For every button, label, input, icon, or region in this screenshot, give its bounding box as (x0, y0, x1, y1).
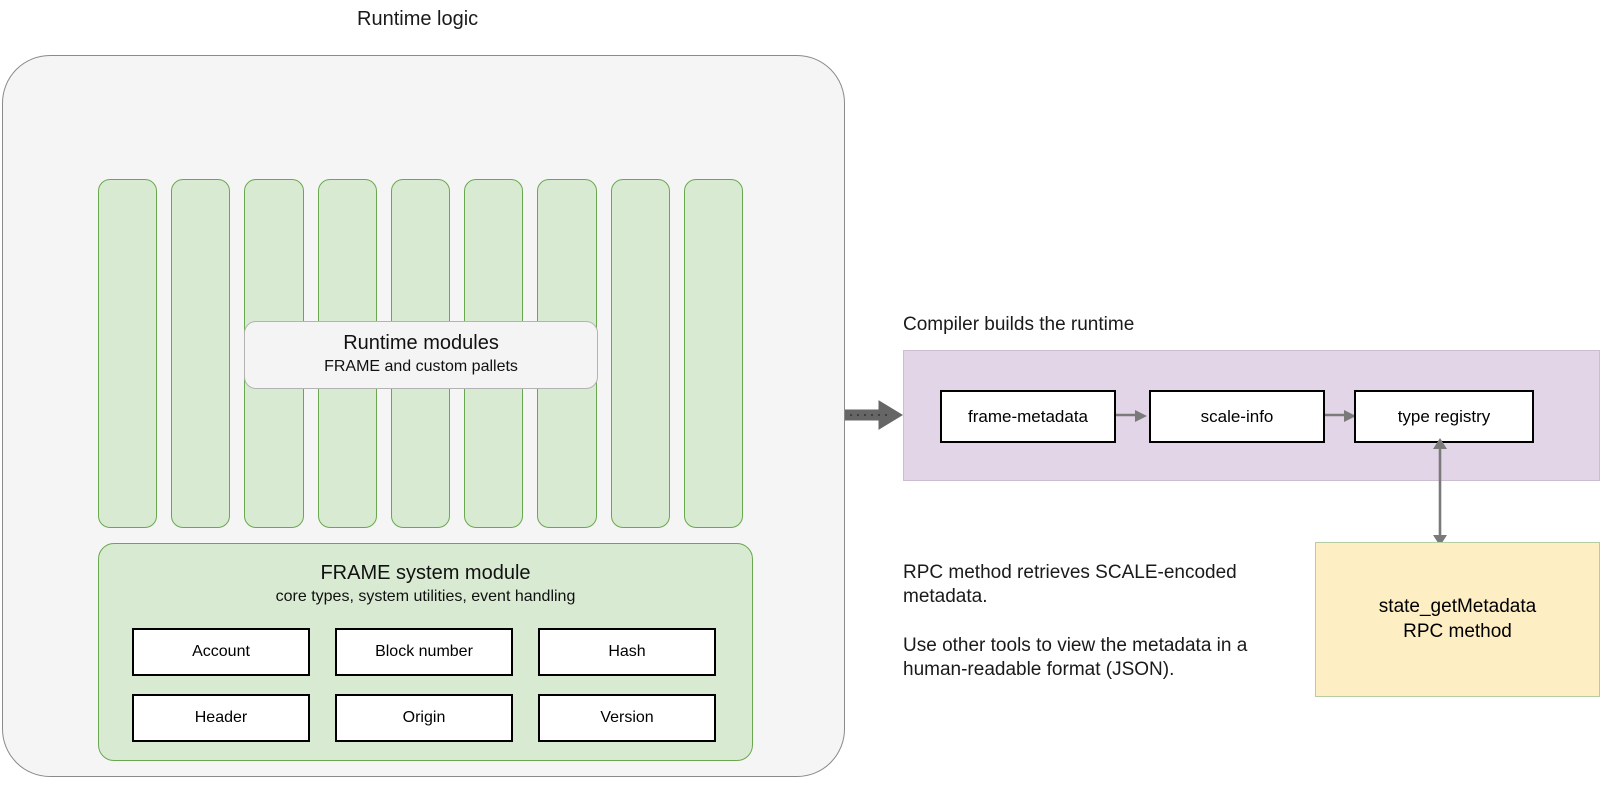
compiler-caption: Compiler builds the runtime (903, 314, 1135, 335)
pallet-bar (171, 179, 231, 528)
runtime-modules-card: Runtime modules FRAME and custom pallets (244, 321, 598, 389)
pallet-bar (610, 179, 670, 528)
state-get-metadata-rpc-box: state_getMetadata RPC method (1315, 542, 1600, 697)
runtime-modules-subtitle: FRAME and custom pallets (324, 358, 518, 376)
frame-system-item-hash: Hash (538, 628, 716, 676)
rpc-description-paragraph-2: Use other tools to view the metadata in … (903, 635, 1248, 680)
frame-system-module-title: FRAME system module (320, 562, 531, 584)
pipeline-node-scale-info: scale-info (1149, 390, 1325, 443)
frame-system-module-subtitle: core types, system utilities, event hand… (275, 588, 576, 605)
rpc-method-name: state_getMetadata (1378, 595, 1537, 617)
pipeline-arrow-1 (1116, 410, 1147, 422)
type-registry-to-rpc-arrow (1433, 438, 1447, 546)
frame-system-module: FRAME system module core types, system u… (98, 543, 753, 761)
runtime-logic-caption: Runtime logic (357, 8, 479, 30)
runtime-modules-title: Runtime modules (343, 332, 499, 355)
pallet-bar (683, 179, 743, 528)
frame-system-item-grid: Account Block number Hash Header Origin … (132, 628, 719, 742)
pipeline-node-frame-metadata: frame-metadata (940, 390, 1116, 443)
pipeline-node-type-registry: type registry (1354, 390, 1534, 443)
frame-system-item-version: Version (538, 694, 716, 742)
runtime-to-compiler-arrow (845, 400, 903, 430)
rpc-description-paragraph-1: RPC method retrieves SCALE-encoded metad… (903, 562, 1237, 607)
runtime-logic-container: Runtime modules FRAME and custom pallets… (2, 55, 845, 777)
pallet-bar (98, 179, 158, 528)
diagram-canvas: Runtime logic Runtime modules FRAME and … (0, 0, 1600, 786)
frame-system-item-account: Account (132, 628, 310, 676)
compiler-region: frame-metadata scale-info type registry (903, 350, 1600, 481)
frame-system-item-origin: Origin (335, 694, 513, 742)
frame-system-item-block-number: Block number (335, 628, 513, 676)
rpc-method-label: RPC method (1403, 620, 1512, 642)
frame-system-item-header: Header (132, 694, 310, 742)
